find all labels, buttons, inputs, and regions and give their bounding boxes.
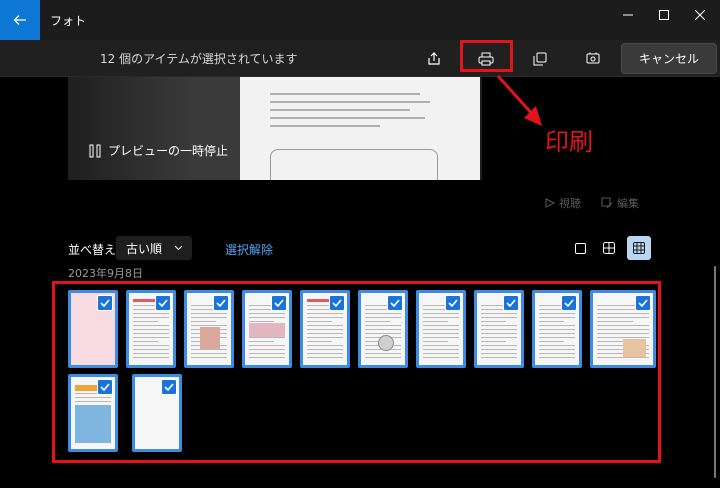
pause-icon	[89, 144, 101, 157]
preview-document	[240, 77, 480, 180]
grid-2x2-icon	[603, 242, 615, 254]
date-group-label: 2023年9月8日	[68, 267, 143, 280]
deselect-link[interactable]: 選択解除	[225, 241, 273, 258]
large-view-toggle[interactable]	[568, 236, 592, 260]
maximize-icon	[659, 10, 669, 20]
scrollbar-thumb[interactable]	[714, 266, 716, 478]
cancel-button[interactable]: キャンセル	[621, 43, 717, 74]
sort-selected: 古い順	[126, 241, 163, 256]
back-button[interactable]	[0, 0, 40, 40]
print-highlight-box	[460, 40, 513, 72]
view-label: 視聴	[559, 197, 581, 210]
doc-line	[270, 109, 410, 111]
share-icon	[428, 52, 440, 65]
edit-label: 編集	[617, 197, 639, 210]
copy-button[interactable]	[520, 44, 560, 74]
edit-button[interactable]: 編集	[601, 195, 639, 211]
minimize-icon	[623, 14, 633, 16]
doc-box	[270, 149, 438, 180]
selection-toolbar: 12 個のアイテムが選択されています キャンセル	[0, 40, 720, 77]
selection-count: 12 個のアイテムが選択されています	[100, 52, 298, 66]
copy-icon	[533, 52, 547, 66]
doc-line	[270, 101, 430, 103]
grid-3x3-icon	[633, 242, 645, 254]
doc-line	[270, 117, 425, 119]
sort-label: 並べ替え:	[68, 243, 121, 257]
preview-area[interactable]	[68, 77, 482, 180]
pause-preview-button[interactable]: プレビューの一時停止	[88, 142, 228, 159]
edit-image-icon	[601, 197, 613, 209]
view-button[interactable]: 視聴	[545, 195, 581, 211]
annotation-label: 印刷	[545, 128, 593, 156]
doc-line	[270, 125, 380, 127]
small-view-toggle[interactable]	[627, 236, 651, 260]
close-button[interactable]	[677, 0, 720, 30]
title-bar: フォト	[0, 0, 720, 40]
slideshow-icon	[586, 52, 600, 64]
square-icon	[574, 242, 586, 254]
annotation-arrow	[496, 74, 542, 126]
medium-view-toggle[interactable]	[597, 236, 621, 260]
app-title: フォト	[50, 14, 87, 28]
play-icon	[545, 198, 555, 208]
close-icon	[695, 10, 705, 20]
selection-highlight-box	[52, 281, 661, 463]
arrow-left-icon	[13, 15, 26, 25]
sort-dropdown[interactable]: 古い順	[116, 236, 192, 260]
pause-preview-label: プレビューの一時停止	[108, 144, 229, 158]
photos-app: フォト 12 個のアイテムが選択されています キャンセル プレビューの一時停止 …	[0, 0, 720, 488]
doc-line	[270, 93, 420, 95]
slideshow-button[interactable]	[573, 44, 613, 74]
chevron-down-icon	[174, 245, 183, 251]
share-button[interactable]	[414, 44, 454, 74]
